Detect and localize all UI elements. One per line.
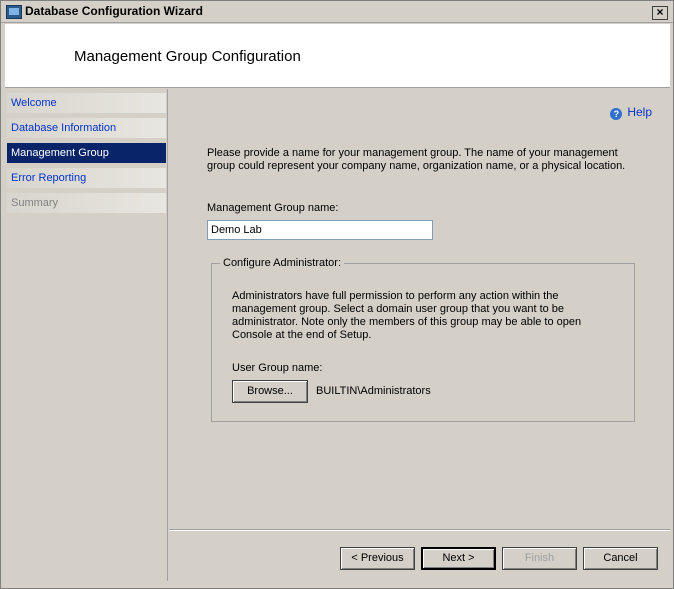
nav-item-error-reporting[interactable]: Error Reporting bbox=[7, 168, 166, 188]
footer-divider bbox=[169, 529, 670, 531]
nav-item-database-information[interactable]: Database Information bbox=[7, 118, 166, 138]
browse-button[interactable]: Browse... bbox=[232, 380, 308, 403]
help-icon: ? bbox=[610, 108, 623, 120]
administrator-description: Administrators have full permission to p… bbox=[232, 290, 582, 341]
previous-button[interactable]: < Previous bbox=[340, 547, 415, 570]
help-label: Help bbox=[627, 105, 652, 119]
title-bar: Database Configuration Wizard × bbox=[1, 1, 673, 23]
nav-item-summary: Summary bbox=[7, 193, 166, 213]
wizard-window: Database Configuration Wizard × Manageme… bbox=[0, 0, 674, 589]
help-link[interactable]: ? Help bbox=[610, 105, 652, 120]
page-title: Management Group Configuration bbox=[74, 48, 301, 65]
finish-button: Finish bbox=[502, 547, 577, 570]
management-group-name-input[interactable]: Demo Lab bbox=[207, 220, 433, 240]
wizard-content: ? Help Please provide a name for your man… bbox=[169, 89, 670, 529]
intro-text: Please provide a name for your managemen… bbox=[207, 147, 626, 172]
cancel-button[interactable]: Cancel bbox=[583, 547, 658, 570]
wizard-header: Management Group Configuration bbox=[5, 24, 670, 88]
close-icon: × bbox=[656, 5, 664, 19]
management-group-name-label: Management Group name: bbox=[207, 202, 339, 214]
wizard-nav: Welcome Database Information Management … bbox=[5, 89, 168, 581]
configure-administrator-group: Configure Administrator: Administrators … bbox=[211, 257, 635, 422]
close-button[interactable]: × bbox=[652, 6, 668, 20]
next-button[interactable]: Next > bbox=[421, 547, 496, 570]
group-legend: Configure Administrator: bbox=[220, 257, 344, 269]
user-group-name-label: User Group name: bbox=[232, 362, 323, 374]
nav-item-welcome[interactable]: Welcome bbox=[7, 93, 166, 113]
nav-item-management-group[interactable]: Management Group bbox=[7, 143, 166, 163]
app-icon bbox=[6, 5, 22, 19]
user-group-value: BUILTIN\Administrators bbox=[316, 385, 431, 397]
window-title: Database Configuration Wizard bbox=[25, 4, 203, 18]
